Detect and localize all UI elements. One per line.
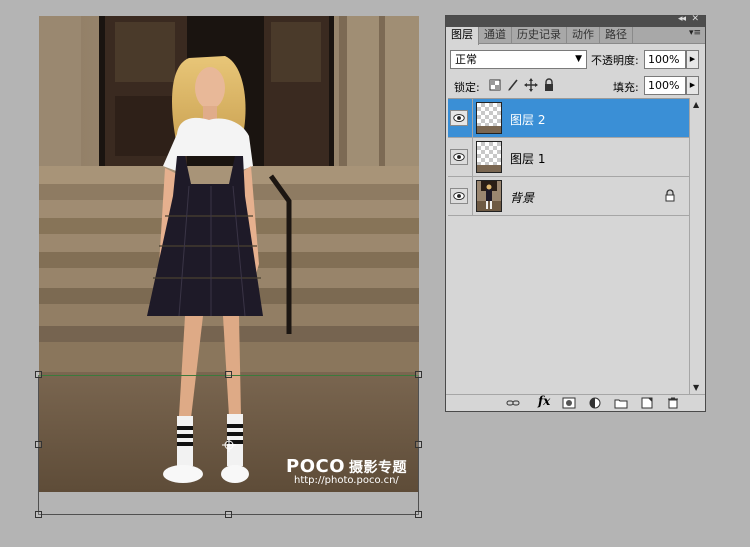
layers-panel-footer: fx bbox=[446, 394, 705, 411]
adjustment-icon[interactable] bbox=[588, 397, 602, 409]
watermark-url: http://photo.poco.cn/ bbox=[294, 475, 399, 486]
layer-row-background[interactable]: 背景 bbox=[448, 177, 689, 216]
layer-lock-icon bbox=[665, 189, 675, 202]
layers-panel: ◂◂ ✕ 图层 通道 历史记录 动作 路径 ▾≡ 正常 ▼ 不透明度: 100%… bbox=[445, 14, 706, 412]
layer-name[interactable]: 背景 bbox=[510, 189, 534, 206]
fx-icon[interactable]: fx bbox=[538, 394, 550, 408]
eye-separator bbox=[472, 99, 473, 138]
transform-handle-top-center[interactable] bbox=[225, 371, 232, 378]
close-panel-icon[interactable]: ✕ bbox=[691, 14, 699, 24]
watermark-brand-zh: 摄影专题 bbox=[349, 460, 408, 476]
opacity-value: 100% bbox=[648, 53, 680, 66]
photo-illustration bbox=[39, 16, 419, 492]
lock-label: 锁定: bbox=[454, 81, 480, 94]
scroll-up-arrow-icon[interactable]: ▲ bbox=[693, 100, 699, 109]
fill-label: 填充: bbox=[613, 81, 639, 94]
poco-watermark: POCO 摄影专题 http://photo.poco.cn/ bbox=[286, 456, 407, 486]
lock-position-icon[interactable] bbox=[524, 78, 538, 92]
opacity-label: 不透明度: bbox=[591, 54, 639, 67]
transform-pivot-icon[interactable] bbox=[222, 438, 236, 452]
layers-list: 图层 2 图层 1 背景 bbox=[448, 98, 689, 394]
tab-paths[interactable]: 路径 bbox=[600, 27, 633, 43]
new-layer-icon[interactable] bbox=[640, 397, 654, 409]
canvas-photo[interactable]: POCO 摄影专题 http://photo.poco.cn/ bbox=[39, 16, 419, 492]
layer-name[interactable]: 图层 2 bbox=[510, 111, 545, 128]
visibility-eye-icon[interactable] bbox=[450, 149, 468, 165]
transform-handle-bottom-center[interactable] bbox=[225, 511, 232, 518]
opacity-slider-toggle-icon[interactable]: ▶ bbox=[686, 50, 699, 69]
lock-image-pixels-icon[interactable] bbox=[506, 78, 520, 92]
blend-mode-select[interactable]: 正常 ▼ bbox=[450, 50, 587, 69]
opacity-input[interactable]: 100% bbox=[644, 50, 686, 69]
trash-icon[interactable] bbox=[666, 397, 680, 409]
layer-thumbnail bbox=[476, 102, 502, 134]
transform-handle-top-left[interactable] bbox=[35, 371, 42, 378]
panel-tabs: 图层 通道 历史记录 动作 路径 ▾≡ bbox=[446, 27, 705, 45]
watermark-brand: POCO bbox=[286, 456, 346, 477]
layer-thumbnail bbox=[476, 141, 502, 173]
lock-all-icon[interactable] bbox=[542, 78, 556, 92]
dropdown-arrow-icon: ▼ bbox=[575, 54, 582, 64]
transform-handle-middle-left[interactable] bbox=[35, 441, 42, 448]
lock-transparent-pixels-icon[interactable] bbox=[488, 78, 502, 92]
group-folder-icon[interactable] bbox=[614, 397, 628, 409]
transform-handle-bottom-right[interactable] bbox=[415, 511, 422, 518]
transform-handle-middle-right[interactable] bbox=[415, 441, 422, 448]
eye-separator bbox=[472, 138, 473, 177]
layer-row-layer2[interactable]: 图层 2 bbox=[448, 99, 689, 138]
layer-name[interactable]: 图层 1 bbox=[510, 150, 545, 167]
blend-mode-value: 正常 bbox=[455, 53, 477, 66]
scroll-down-arrow-icon[interactable]: ▼ bbox=[693, 383, 699, 392]
tab-actions[interactable]: 动作 bbox=[567, 27, 600, 43]
collapse-panel-icon[interactable]: ◂◂ bbox=[678, 14, 686, 24]
layer-thumbnail-photo bbox=[476, 180, 502, 212]
layers-scrollbar[interactable]: ▲ ▼ bbox=[689, 98, 705, 394]
panel-menu-icon[interactable]: ▾≡ bbox=[689, 28, 701, 38]
transform-handle-top-right[interactable] bbox=[415, 371, 422, 378]
visibility-eye-icon[interactable] bbox=[450, 110, 468, 126]
fill-input[interactable]: 100% bbox=[644, 76, 686, 95]
fill-value: 100% bbox=[648, 79, 680, 92]
fill-slider-toggle-icon[interactable]: ▶ bbox=[686, 76, 699, 95]
tab-channels[interactable]: 通道 bbox=[479, 27, 512, 43]
photo-thumbnail-image bbox=[477, 181, 501, 211]
tab-layers[interactable]: 图层 bbox=[446, 27, 479, 45]
visibility-eye-icon[interactable] bbox=[450, 188, 468, 204]
layer-row-layer1[interactable]: 图层 1 bbox=[448, 138, 689, 177]
eye-separator bbox=[472, 177, 473, 216]
link-icon[interactable] bbox=[506, 397, 520, 409]
panel-title-bar[interactable]: ◂◂ ✕ bbox=[446, 14, 705, 27]
tab-history[interactable]: 历史记录 bbox=[512, 27, 567, 43]
mask-icon[interactable] bbox=[562, 397, 576, 409]
transform-handle-bottom-left[interactable] bbox=[35, 511, 42, 518]
